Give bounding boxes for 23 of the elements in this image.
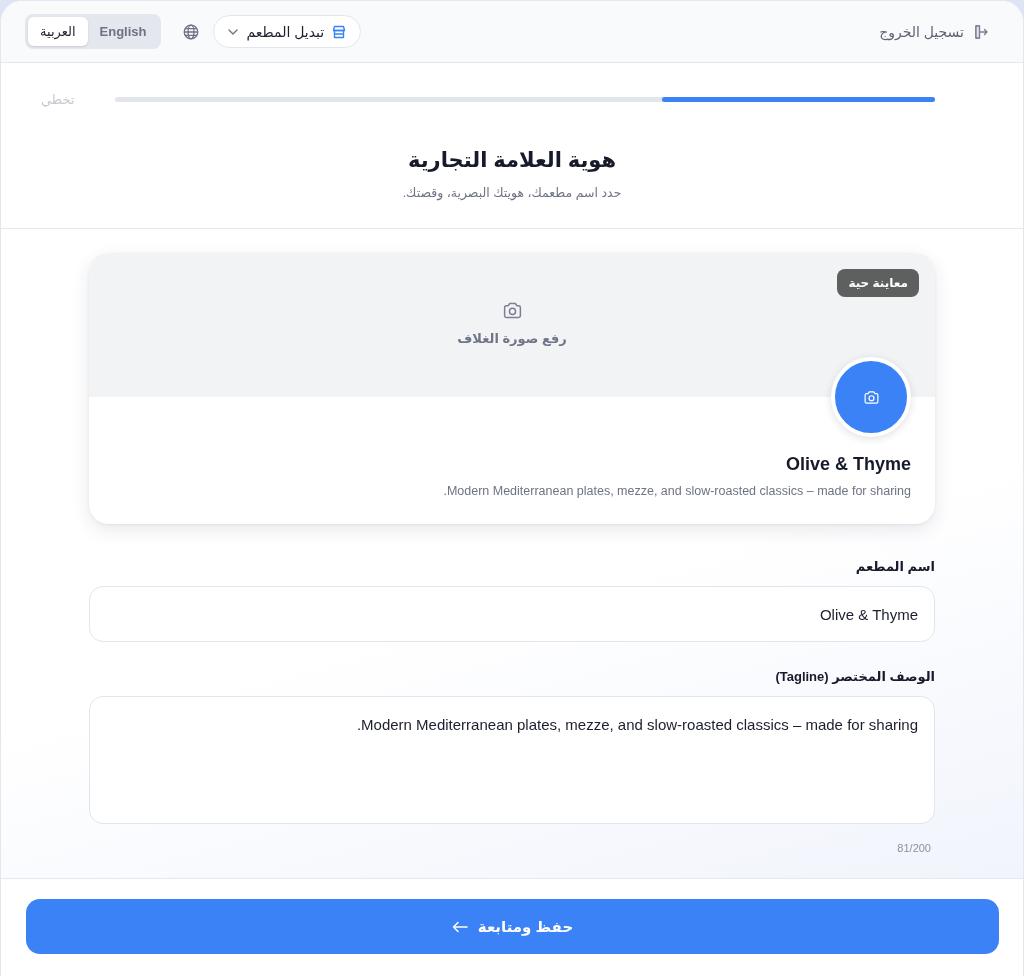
camera-icon bbox=[862, 388, 880, 406]
save-continue-button[interactable]: حفظ ومتابعة bbox=[26, 899, 999, 954]
field-label: اسم المطعم bbox=[854, 558, 935, 576]
store-icon bbox=[332, 24, 347, 39]
language-option[interactable]: العربية bbox=[28, 17, 88, 46]
arrow-left-icon bbox=[451, 920, 468, 933]
restaurant-name: Olive & Thyme bbox=[784, 453, 911, 476]
tagline-textarea[interactable]: Modern Mediterranean plates, mezze, and slow-roasted classics – made for sharing. bbox=[89, 696, 935, 824]
page-title: هوية العلامة التجارية bbox=[407, 147, 617, 174]
logout-button[interactable]: تسجيل الخروج bbox=[879, 23, 989, 40]
restaurant-name-input[interactable]: Olive & Thyme bbox=[89, 586, 935, 642]
chevron-down-icon bbox=[228, 28, 239, 35]
restaurant-tagline: Modern Mediterranean plates, mezze, and slow-roasted classics – made for sharing. bbox=[442, 483, 911, 500]
restaurant-switcher[interactable]: تبديل المطعم bbox=[213, 15, 362, 48]
globe-icon bbox=[183, 23, 200, 40]
language-option[interactable]: English bbox=[87, 17, 159, 46]
page-subtitle: حدد اسم مطعمك، هويتك البصرية، وقصتك. bbox=[401, 185, 623, 202]
character-counter: 81/200 bbox=[897, 842, 931, 854]
field-label: الوصف المختصر (Tagline) bbox=[774, 668, 935, 686]
preview-badge: معاينة حية bbox=[837, 269, 919, 297]
camera-icon bbox=[501, 300, 523, 321]
logout-icon bbox=[973, 23, 989, 40]
cover-upload-label: رفع صورة الغلاف bbox=[457, 330, 567, 348]
